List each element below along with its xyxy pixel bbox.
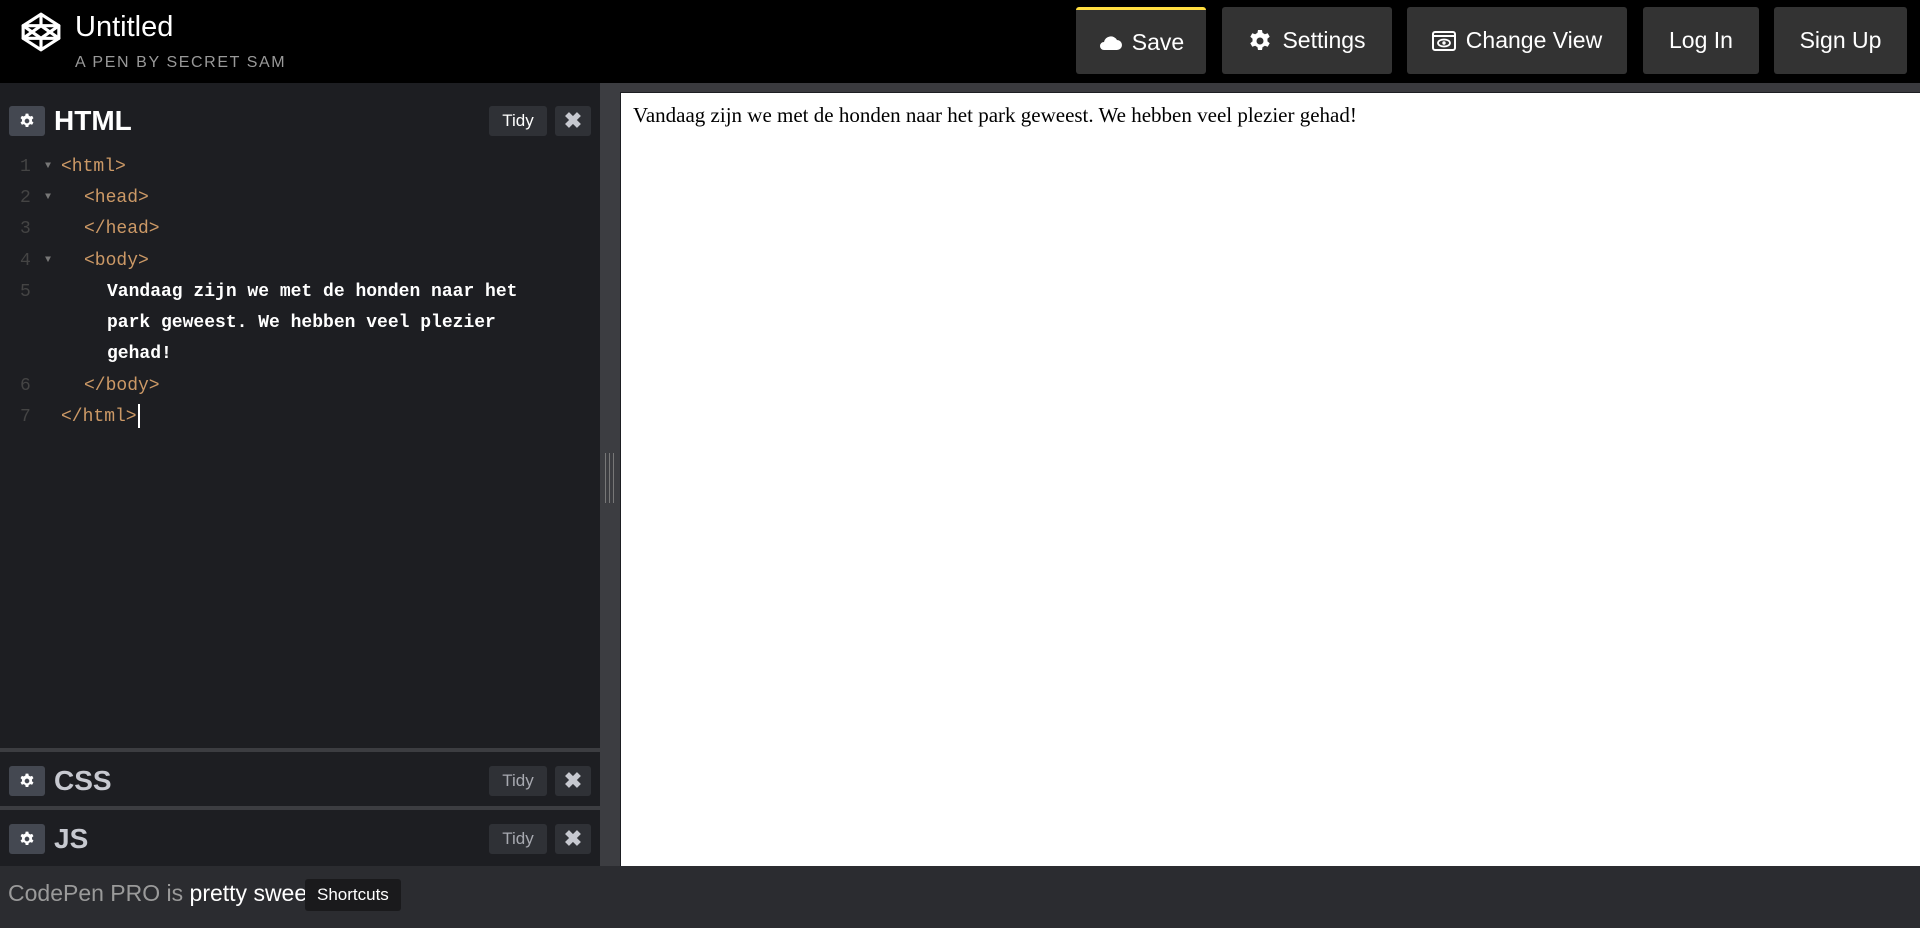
- login-button[interactable]: Log In: [1643, 7, 1759, 74]
- gear-icon: [20, 113, 34, 127]
- save-label: Save: [1131, 28, 1185, 55]
- css-tidy-button[interactable]: Tidy: [489, 765, 547, 796]
- footer-promo[interactable]: CodePen PRO is pretty sweet.: [8, 880, 320, 907]
- gear-icon: [20, 831, 34, 845]
- code-text: Vandaag zijn we met de honden naar het: [107, 282, 518, 302]
- code-text: <head>: [84, 188, 149, 208]
- save-button[interactable]: Save: [1076, 7, 1206, 74]
- cloud-icon: [1099, 35, 1122, 50]
- pane-resizer[interactable]: [600, 83, 620, 866]
- html-tidy-button[interactable]: Tidy: [489, 105, 547, 136]
- line-number: 1: [20, 157, 31, 177]
- html-editor-title: HTML: [54, 104, 132, 136]
- js-editor-title: JS: [54, 822, 89, 854]
- css-settings-button[interactable]: [9, 765, 45, 796]
- fold-arrow-icon[interactable]: ▼: [45, 152, 51, 182]
- line-number: 4: [20, 251, 31, 271]
- line-number: 2: [20, 188, 31, 208]
- settings-button[interactable]: Settings: [1222, 7, 1392, 74]
- code-text: </head>: [84, 219, 160, 239]
- code-text: park geweest. We hebben veel plezier: [107, 313, 496, 333]
- code-line: gehad!: [0, 339, 600, 369]
- js-close-button[interactable]: ✖: [555, 823, 591, 854]
- pen-author: A PEN BY SECRET SAM: [75, 54, 287, 71]
- code-line: park geweest. We hebben veel plezier: [0, 308, 600, 338]
- code-line: 7 </html>: [0, 402, 600, 432]
- view-icon: [1431, 30, 1456, 51]
- settings-label: Settings: [1282, 27, 1366, 53]
- signup-button[interactable]: Sign Up: [1774, 7, 1907, 74]
- html-settings-button[interactable]: [9, 105, 45, 136]
- js-settings-button[interactable]: [9, 823, 45, 854]
- shortcuts-button[interactable]: Shortcuts: [305, 879, 401, 911]
- line-number: 6: [20, 376, 31, 396]
- line-number: 3: [20, 219, 31, 239]
- line-number: 5: [20, 282, 31, 302]
- code-line: 3 </head>: [0, 214, 600, 244]
- code-line: 2 ▼ <head>: [0, 183, 600, 213]
- change-view-button[interactable]: Change View: [1407, 7, 1627, 74]
- pen-title[interactable]: Untitled: [75, 11, 173, 44]
- css-close-button[interactable]: ✖: [555, 765, 591, 796]
- code-line: 1 ▼ <html>: [0, 152, 600, 182]
- editor-divider[interactable]: [0, 806, 600, 810]
- text-cursor: [137, 404, 140, 429]
- change-view-label: Change View: [1465, 27, 1603, 53]
- resize-grip-icon[interactable]: [605, 453, 614, 503]
- code-text: gehad!: [107, 344, 172, 364]
- js-editor-header[interactable]: JS Tidy ✖: [0, 812, 600, 865]
- css-editor-title: CSS: [54, 764, 112, 796]
- preview-text: Vandaag zijn we met de honden naar het p…: [633, 103, 1357, 127]
- footer-bar: CodePen PRO is pretty sweet. Shortcuts: [0, 866, 1920, 928]
- result-preview[interactable]: Vandaag zijn we met de honden naar het p…: [621, 93, 1920, 866]
- css-editor-header[interactable]: CSS Tidy ✖: [0, 754, 600, 807]
- gear-icon: [20, 773, 34, 787]
- editor-divider[interactable]: [0, 748, 600, 752]
- code-line: 4 ▼ <body>: [0, 246, 600, 276]
- gear-icon: [1250, 29, 1271, 50]
- code-line: 5 Vandaag zijn we met de honden naar het: [0, 277, 600, 307]
- login-label: Log In: [1669, 27, 1733, 53]
- html-code-editor[interactable]: 1 ▼ <html> 2 ▼ <head> 3 </head> 4 ▼ <bod…: [0, 148, 600, 746]
- html-editor-header: HTML Tidy ✖: [0, 94, 600, 147]
- top-header: Untitled A PEN BY SECRET SAM Save Settin…: [0, 0, 1920, 83]
- code-text: </html>: [61, 402, 140, 432]
- code-line: 6 </body>: [0, 371, 600, 401]
- code-text: <body>: [84, 251, 149, 271]
- fold-arrow-icon[interactable]: ▼: [45, 246, 51, 276]
- html-close-button[interactable]: ✖: [555, 105, 591, 136]
- js-tidy-button[interactable]: Tidy: [489, 823, 547, 854]
- code-text: <html>: [61, 157, 126, 177]
- signup-label: Sign Up: [1799, 27, 1882, 53]
- code-text: </body>: [84, 376, 160, 396]
- codepen-logo-icon[interactable]: [20, 11, 62, 53]
- fold-arrow-icon[interactable]: ▼: [45, 183, 51, 213]
- line-number: 7: [20, 407, 31, 427]
